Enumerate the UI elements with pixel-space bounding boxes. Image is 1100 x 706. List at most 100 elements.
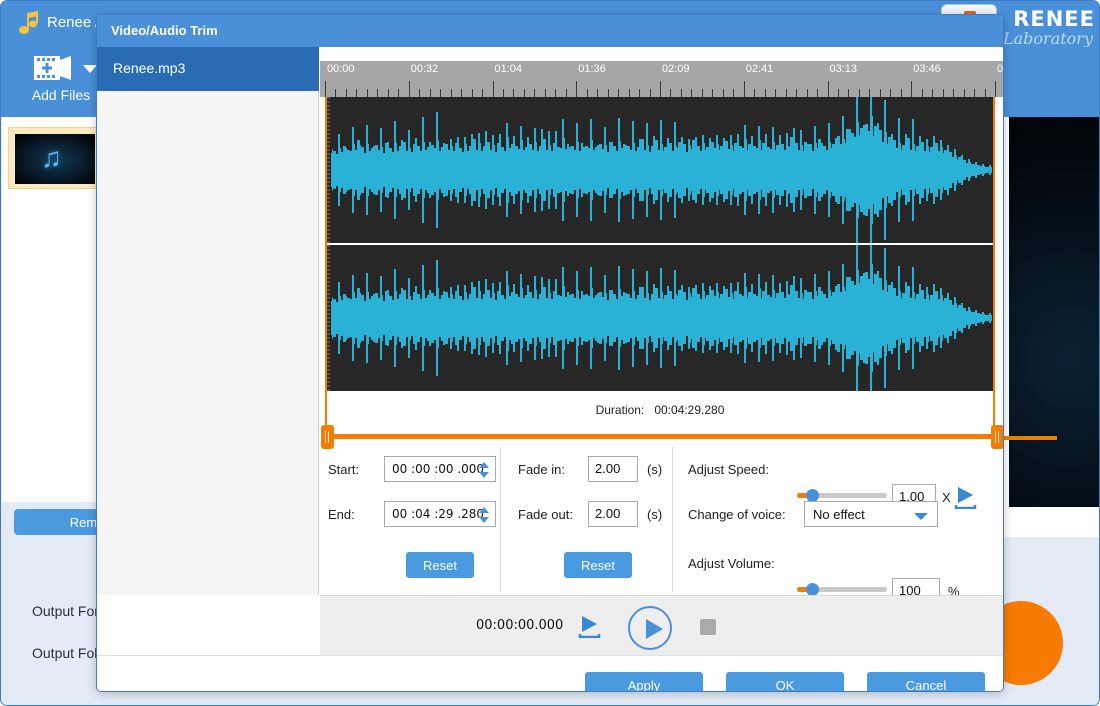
video-audio-trim-dialog: Video/Audio Trim Renee.mp3 00:0000:3201:… — [96, 14, 1004, 692]
stepper-down-icon[interactable] — [479, 517, 489, 523]
ok-button[interactable]: OK — [726, 672, 844, 692]
ruler-tick-label: 00:00 — [327, 63, 355, 75]
ruler-minor-tick — [848, 89, 849, 97]
selection-line-left — [325, 97, 327, 437]
selection-line-right — [993, 97, 995, 437]
ruler-minor-tick — [618, 89, 619, 97]
waveform-editor: 00:0000:3201:0401:3602:0902:4103:1303:46… — [320, 47, 1004, 595]
trim-handle-start[interactable] — [321, 425, 334, 449]
ruler-minor-tick — [597, 89, 598, 97]
ruler-minor-tick — [419, 89, 420, 97]
ruler-minor-tick — [681, 89, 682, 97]
duration-label: Duration: — [596, 403, 645, 417]
fade-in-field[interactable]: 2.00 — [588, 456, 638, 482]
end-time-field[interactable]: 00 :04 :29 .280 — [384, 501, 496, 527]
progress-indicator — [1001, 436, 1057, 440]
ruler-minor-tick — [922, 89, 923, 97]
stop-button[interactable] — [700, 619, 716, 635]
end-time-stepper[interactable] — [479, 505, 490, 525]
controls-divider — [672, 447, 673, 592]
ruler-minor-tick — [974, 89, 975, 97]
dialog-footer: Apply OK Cancel — [97, 655, 1004, 692]
ruler-minor-tick — [869, 89, 870, 97]
speed-preview-play-icon[interactable] — [954, 485, 978, 507]
ruler-tick-label: 02:41 — [746, 63, 774, 75]
ruler-minor-tick — [890, 89, 891, 97]
preview-play-icon[interactable] — [578, 614, 604, 638]
ruler-minor-tick — [398, 89, 399, 97]
ruler-minor-tick — [985, 89, 986, 97]
file-thumbnail: ♫ — [15, 134, 95, 184]
fade-in-label: Fade in: — [518, 462, 565, 477]
ruler-minor-tick — [817, 89, 818, 97]
change-of-voice-select[interactable]: No effect — [804, 501, 938, 527]
waveform-peak — [989, 165, 991, 175]
stepper-up-icon[interactable] — [479, 507, 489, 513]
ruler-minor-tick — [943, 89, 944, 97]
waveform-channel-left[interactable] — [325, 97, 995, 243]
reset-fade-button[interactable]: Reset — [564, 552, 632, 578]
ruler-minor-tick — [953, 89, 954, 97]
waveform-peak — [989, 313, 991, 323]
ruler-major-tick — [911, 81, 912, 97]
volume-slider[interactable] — [797, 587, 887, 592]
fade-in-unit: (s) — [647, 462, 662, 477]
selection-range-bar[interactable] — [328, 434, 994, 439]
ruler-minor-tick — [712, 89, 713, 97]
chevron-down-icon[interactable] — [83, 65, 97, 73]
end-label: End: — [328, 507, 355, 522]
waveform-channel-right[interactable] — [325, 245, 995, 391]
fade-out-unit: (s) — [647, 507, 662, 522]
ruler-tick-label: 02:09 — [662, 63, 690, 75]
ruler-minor-tick — [807, 89, 808, 97]
handle-grip-line — [995, 431, 996, 443]
start-time-field[interactable]: 00 :00 :00 .000 — [384, 456, 496, 482]
stepper-down-icon[interactable] — [479, 472, 489, 478]
cancel-button[interactable]: Cancel — [867, 672, 985, 692]
dialog-title: Video/Audio Trim — [111, 23, 218, 38]
ruler-major-tick — [325, 81, 326, 97]
ruler-minor-tick — [440, 89, 441, 97]
duration-bar: Duration: 00:04:29.280 — [325, 391, 995, 439]
ruler-minor-tick — [472, 89, 473, 97]
ruler-minor-tick — [723, 89, 724, 97]
change-of-voice-value: No effect — [813, 507, 865, 522]
fade-out-field[interactable]: 2.00 — [588, 501, 638, 527]
ruler-minor-tick — [430, 89, 431, 97]
ruler-minor-tick — [964, 89, 965, 97]
trim-handle-end[interactable] — [991, 425, 1004, 449]
ruler-minor-tick — [482, 89, 483, 97]
chevron-down-icon[interactable] — [914, 513, 928, 520]
ruler-tick-label: 03:13 — [830, 63, 858, 75]
play-triangle-icon — [646, 619, 663, 639]
ruler-minor-tick — [880, 89, 881, 97]
stepper-up-icon[interactable] — [479, 462, 489, 468]
ruler-minor-tick — [859, 89, 860, 97]
ruler-minor-tick — [838, 89, 839, 97]
adjust-volume-label: Adjust Volume: — [688, 556, 775, 571]
ruler-minor-tick — [786, 89, 787, 97]
thumbnail-music-note-icon: ♫ — [41, 142, 62, 174]
ruler-minor-tick — [335, 89, 336, 97]
start-time-value: 00 :00 :00 .000 — [392, 462, 484, 476]
video-preview-screen[interactable] — [1009, 117, 1100, 507]
ruler-minor-tick — [702, 89, 703, 97]
start-label: Start: — [328, 462, 359, 477]
timeline-ruler[interactable]: 00:0000:3201:0401:3602:0902:4103:1303:46… — [320, 61, 1004, 97]
ruler-minor-tick — [388, 89, 389, 97]
ruler-minor-tick — [534, 89, 535, 97]
ruler-minor-tick — [524, 89, 525, 97]
ruler-minor-tick — [650, 89, 651, 97]
ruler-minor-tick — [346, 89, 347, 97]
ruler-minor-tick — [555, 89, 556, 97]
ruler-minor-tick — [566, 89, 567, 97]
play-button[interactable] — [628, 606, 672, 650]
change-of-voice-label: Change of voice: — [688, 507, 786, 522]
add-files-button[interactable]: Add Files — [21, 51, 101, 113]
handle-grip-line — [998, 431, 999, 443]
apply-button[interactable]: Apply — [585, 672, 703, 692]
list-item[interactable]: Renee.mp3 — [97, 47, 319, 91]
speed-slider[interactable] — [797, 493, 887, 498]
reset-trim-button[interactable]: Reset — [406, 552, 474, 578]
start-time-stepper[interactable] — [479, 460, 490, 480]
